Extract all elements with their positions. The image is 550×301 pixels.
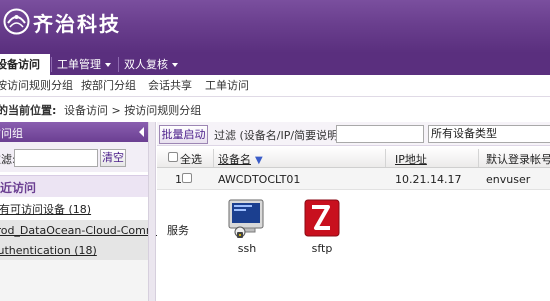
- clear-filter-button[interactable]: 清空: [100, 149, 126, 167]
- left-panel-header: 访问组: [0, 122, 148, 142]
- left-filter-input[interactable]: [14, 149, 98, 167]
- table-row[interactable]: 1 AWCDTOCLT01 10.21.14.17 envuser: [157, 168, 550, 190]
- tab-label: 工单管理: [57, 58, 101, 71]
- batch-launch-button[interactable]: 批量启动: [159, 125, 208, 144]
- select-all-checkbox[interactable]: [168, 152, 178, 162]
- main-nav: 设备访问 工单管理 双人复核: [0, 53, 550, 75]
- row-index: 1: [175, 173, 182, 186]
- breadcrumb: 您的当前位置: 设备访问 > 按访问规则分组: [0, 98, 550, 120]
- sub-nav: 按访问规则分组 按部门分组 会话共享 工单访问: [0, 75, 550, 97]
- select-all-label: 全选: [180, 153, 202, 166]
- breadcrumb-label: 您的当前位置:: [0, 104, 57, 117]
- services-area: 服务 ssh sftp: [157, 190, 550, 301]
- nav-divider: [51, 57, 52, 72]
- row-checkbox[interactable]: [182, 173, 192, 183]
- device-table-header: 全选 设备名 ▼ IP地址 默认登录帐号: [157, 147, 550, 168]
- subnav-by-department[interactable]: 按部门分组: [81, 78, 136, 94]
- ip-header[interactable]: IP地址: [395, 151, 427, 167]
- subnav-ticket-access[interactable]: 工单访问: [205, 78, 249, 94]
- chevron-down-icon: [172, 63, 178, 67]
- recent-access-title: 最近访问: [0, 181, 37, 195]
- device-search-input[interactable]: [336, 125, 424, 143]
- row-device-name[interactable]: AWCDTOCLT01: [218, 173, 300, 186]
- column-divider: [213, 149, 214, 167]
- column-divider: [385, 149, 386, 167]
- recent-access-section[interactable]: 最近访问: [0, 175, 148, 197]
- left-panel-empty: [0, 260, 148, 301]
- row-ip: 10.21.14.17: [395, 173, 462, 186]
- tab-label: 双人复核: [124, 58, 168, 71]
- device-filter-label: 过滤 (设备名/IP/简要说明): [214, 129, 343, 142]
- column-divider: [478, 149, 479, 167]
- subnav-session-share[interactable]: 会话共享: [148, 78, 192, 94]
- subnav-by-access-rule[interactable]: 按访问规则分组: [0, 78, 73, 94]
- sort-icon: ▼: [255, 155, 263, 166]
- ssh-service-button[interactable]: [227, 198, 267, 245]
- chevron-down-icon: [105, 63, 111, 67]
- sftp-service-button[interactable]: [302, 198, 342, 245]
- tab-label: 设备访问: [0, 58, 40, 71]
- app-window: 齐治科技 设备访问 工单管理 双人复核 按访问规则分组 按部门分组 会话共享 工…: [0, 0, 550, 301]
- collapse-left-icon[interactable]: [139, 127, 144, 137]
- device-toolbar: 批量启动 过滤 (设备名/IP/简要说明) 所有设备类型: [157, 122, 550, 146]
- device-type-select[interactable]: 所有设备类型: [428, 125, 550, 143]
- row-account: envuser: [486, 173, 531, 186]
- tab-ticket-management[interactable]: 工单管理: [57, 54, 111, 75]
- breadcrumb-path: 设备访问 > 按访问规则分组: [64, 104, 202, 117]
- left-filter-bar: 过滤: 清空: [0, 142, 148, 172]
- group-prod-dataocean-cont[interactable]: Authentication (18): [0, 244, 138, 257]
- sftp-service-label: sftp: [311, 242, 333, 255]
- device-name-header-label: 设备名: [218, 153, 251, 166]
- group-all-devices[interactable]: 所有可访问设备 (18): [0, 201, 136, 217]
- company-logo-icon: [3, 8, 30, 35]
- tab-device-access[interactable]: 设备访问: [0, 54, 50, 75]
- ssh-service-label: ssh: [237, 242, 257, 255]
- services-label: 服务: [167, 224, 189, 237]
- left-panel-title: 访问组: [0, 127, 23, 140]
- filezilla-icon: [304, 199, 340, 237]
- device-name-header[interactable]: 设备名 ▼: [218, 151, 263, 167]
- panel-splitter[interactable]: [148, 122, 156, 301]
- tab-dual-review[interactable]: 双人复核: [124, 54, 178, 75]
- group-prod-dataocean[interactable]: Prod_DataOcean-Cloud-Common-: [0, 224, 174, 237]
- brand-header: 齐治科技: [0, 0, 550, 53]
- nav-divider: [118, 57, 119, 72]
- brand-name: 齐治科技: [33, 12, 121, 36]
- ssh-terminal-icon: [228, 199, 264, 238]
- default-account-header: 默认登录帐号: [486, 153, 550, 166]
